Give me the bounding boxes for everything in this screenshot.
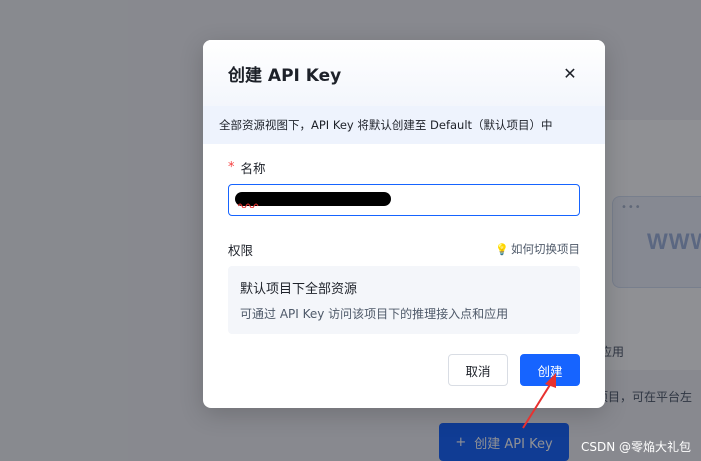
dialog-title: 创建 API Key [228, 65, 342, 86]
dialog-header: 创建 API Key ✕ [203, 40, 605, 106]
cancel-button[interactable]: 取消 [448, 354, 508, 386]
watermark: CSDN @零焔大礼包 [580, 440, 691, 454]
close-icon[interactable]: ✕ [561, 64, 579, 83]
name-label: 名称 [240, 160, 266, 176]
name-label-row: * 名称 [228, 158, 580, 176]
switch-project-help-link[interactable]: 💡 如何切换项目 [495, 241, 580, 257]
permission-row: 权限 💡 如何切换项目 [228, 240, 580, 258]
spellcheck-squiggle [238, 203, 259, 208]
lightbulb-icon: 💡 [495, 242, 509, 256]
help-link-label: 如何切换项目 [511, 242, 580, 256]
required-mark: * [228, 159, 235, 175]
create-api-key-dialog: 创建 API Key ✕ 全部资源视图下，API Key 将默认创建至 Defa… [203, 40, 605, 408]
name-input-wrapper [228, 184, 580, 216]
dialog-footer: 取消 创建 [448, 354, 580, 386]
notice-text: 全部资源视图下，API Key 将默认创建至 Default（默认项目）中 [219, 118, 553, 132]
permission-scope-title: 默认项目下全部资源 [240, 282, 358, 297]
notice-banner: 全部资源视图下，API Key 将默认创建至 Default（默认项目）中 [203, 106, 605, 144]
dialog-form: * 名称 权限 💡 如何切换项目 默认项目下全部资源 可通过 API Key 访… [203, 144, 605, 334]
permission-scope-desc: 可通过 API Key 访问该项目下的推理接入点和应用 [240, 307, 509, 321]
create-button[interactable]: 创建 [520, 354, 580, 386]
permission-label: 权限 [228, 242, 254, 258]
permission-scope-box: 默认项目下全部资源 可通过 API Key 访问该项目下的推理接入点和应用 [228, 266, 580, 334]
